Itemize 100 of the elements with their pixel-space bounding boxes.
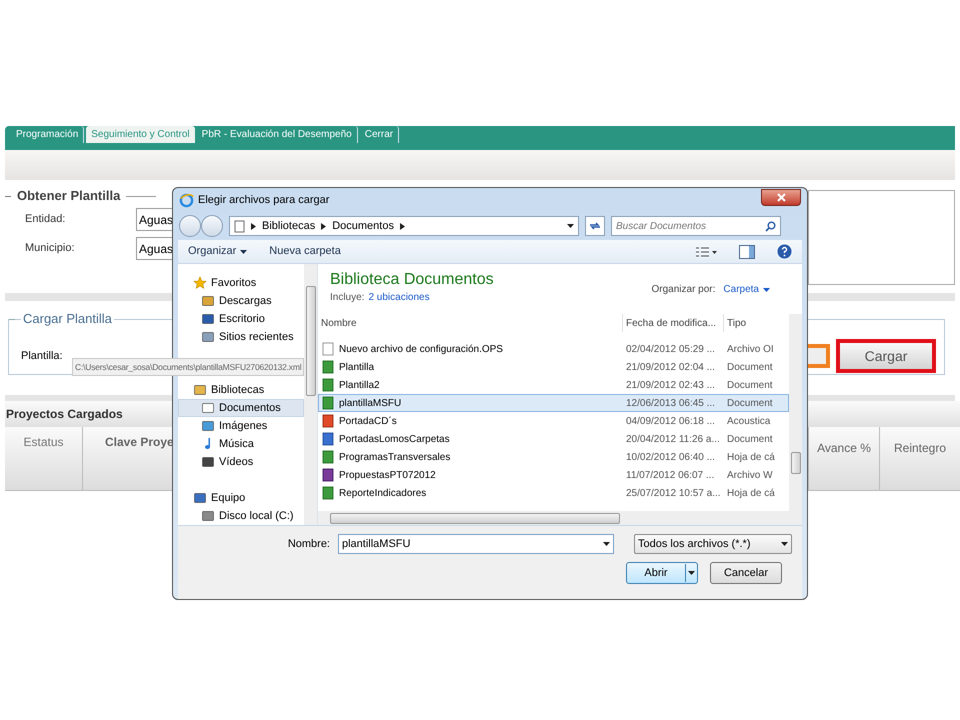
chevron-icon [321, 222, 326, 230]
text-document-icon [321, 432, 335, 446]
nav-item[interactable]: Favoritos [178, 274, 304, 292]
nav-item[interactable]: Disco local (C:) [178, 507, 304, 525]
search-box[interactable]: Buscar Documentos [611, 216, 781, 236]
folder-icon [201, 330, 215, 344]
drive-icon [201, 509, 215, 523]
document-icon [234, 220, 245, 232]
arrange-label: Organizar por: [652, 283, 716, 297]
folder-icon [193, 383, 207, 398]
view-options-icon[interactable] [695, 246, 717, 258]
caret-icon [240, 250, 248, 254]
chevron-icon [251, 222, 256, 230]
media-file-icon [321, 414, 335, 428]
dialog-title: Elegir archivos para cargar [198, 192, 330, 208]
file-name: PropuestasPT072012 [339, 468, 436, 482]
file-row[interactable]: PropuestasPT072012 11/07/2012 06:07 ... Archivo W [318, 466, 789, 484]
film-icon [201, 455, 215, 470]
file-row[interactable]: Plantilla 21/09/2012 02:04 ... Document [318, 358, 789, 376]
filename-combo-box[interactable]: plantillaMSFU [338, 534, 614, 554]
close-button[interactable] [761, 188, 801, 206]
file-date: 21/09/2012 02:04 ... [625, 360, 716, 374]
file-row[interactable]: ProgramasTransversales 10/02/2012 06:40 ... Hoja de cá [318, 448, 789, 466]
spreadsheet-icon [321, 396, 335, 410]
cancel-button[interactable]: Cancelar [710, 562, 782, 584]
file-row[interactable]: plantillaMSFU 12/06/2013 06:45 ... Document [318, 394, 789, 412]
monitor-icon [201, 312, 215, 326]
file-type: Archivo OI [726, 342, 775, 356]
dropdown-icon [781, 542, 788, 546]
organize-menu[interactable]: Organizar [188, 243, 248, 260]
tab[interactable]: Cerrar [360, 126, 400, 143]
nav-item[interactable]: Música [178, 435, 304, 454]
section-legend: Obtener Plantilla [17, 186, 120, 206]
section-title: Proyectos Cargados [6, 406, 123, 423]
nav-item[interactable]: Vídeos [178, 453, 304, 472]
file-name: Nuevo archivo de configuración.OPS [339, 342, 503, 356]
dropdown-icon [603, 542, 610, 546]
arrange-dropdown[interactable]: Carpeta [723, 282, 770, 297]
file-row[interactable]: PortadasLomosCarpetas 20/04/2012 11:26 a... Document [318, 430, 789, 448]
file-type-dropdown[interactable]: Todos los archivos (*.*) [634, 534, 792, 554]
file-name: PortadasLomosCarpetas [339, 432, 450, 446]
browser-logo-icon [179, 192, 194, 208]
nav-item[interactable]: Escritorio [178, 310, 304, 328]
document-icon [201, 401, 215, 416]
section-legend: Cargar Plantilla [21, 311, 114, 327]
breadcrumb-item[interactable]: Bibliotecas [262, 218, 316, 234]
file-name: ProgramasTransversales [339, 450, 450, 464]
file-row[interactable]: ReporteIndicadores 25/07/2012 10:57 a... Hoja de cá [318, 484, 789, 502]
file-date: 25/07/2012 10:57 a... [625, 486, 722, 500]
document-icon [321, 342, 335, 356]
file-name: plantillaMSFU [339, 396, 402, 410]
nav-item[interactable]: Bibliotecas [178, 381, 304, 400]
nav-item[interactable]: Documentos [178, 399, 304, 418]
search-field[interactable]: Buscar Documentos [616, 218, 765, 234]
search-icon [765, 220, 776, 232]
tab[interactable]: Programación [11, 126, 84, 143]
file-type: Document [726, 378, 774, 392]
column-header[interactable]: Estatus [5, 427, 83, 490]
open-button[interactable]: Abrir [626, 562, 698, 584]
address-bar[interactable]: Bibliotecas Documentos [229, 216, 579, 236]
upload-button[interactable]: Cargar [836, 339, 936, 373]
scrollbar[interactable] [304, 264, 317, 525]
field-label: Entidad: [25, 212, 66, 228]
nav-item[interactable]: Descargas [178, 292, 304, 310]
column-header[interactable]: Reintegro [880, 427, 960, 490]
field-label: Municipio: [25, 241, 76, 256]
locations-link[interactable]: 2 ubicaciones [368, 290, 430, 305]
file-row[interactable]: Nuevo archivo de configuración.OPS 02/04/2012 05:29 ... Archivo OI [318, 340, 789, 358]
column-header[interactable]: Fecha de modifica... [622, 314, 723, 332]
file-type: Hoja de cá [726, 486, 776, 500]
file-type: Document [726, 360, 774, 374]
spreadsheet-icon [321, 450, 335, 464]
file-type: Document [726, 396, 774, 410]
tab[interactable]: PbR - Evaluación del Desempeño [196, 126, 358, 143]
file-row[interactable]: PortadaCD´s 04/09/2012 06:18 ... Acoustica [318, 412, 789, 430]
file-name: Plantilla2 [339, 378, 380, 392]
nav-item[interactable]: Equipo [178, 489, 304, 507]
breadcrumb-item[interactable]: Documentos [332, 218, 394, 234]
nav-item[interactable]: Sitios recientes [178, 328, 304, 346]
filename-field[interactable]: plantillaMSFU [342, 536, 603, 552]
file-type: Archivo W [726, 468, 774, 482]
preview-pane-icon[interactable] [739, 244, 755, 258]
horizontal-scrollbar[interactable] [318, 511, 789, 525]
browse-button[interactable] [806, 344, 830, 368]
file-row[interactable]: Plantilla2 21/09/2012 02:43 ... Document [318, 376, 789, 394]
folder-icon [201, 294, 215, 308]
column-header[interactable]: Nombre [318, 314, 622, 332]
spreadsheet-icon [321, 378, 335, 392]
field-label: Plantilla: [21, 348, 63, 364]
vertical-scrollbar[interactable] [789, 314, 802, 525]
column-header[interactable]: Clave Proye [83, 427, 171, 490]
spreadsheet-icon [321, 486, 335, 500]
help-icon[interactable] [777, 244, 792, 259]
refresh-button[interactable] [585, 216, 605, 236]
file-type: Document [726, 432, 774, 446]
file-date: 04/09/2012 06:18 ... [625, 414, 716, 428]
dropdown-icon[interactable] [567, 224, 574, 228]
nav-item[interactable]: Imágenes [178, 417, 304, 436]
picture-icon [201, 419, 215, 434]
new-folder-button[interactable]: Nueva carpeta [269, 243, 341, 260]
